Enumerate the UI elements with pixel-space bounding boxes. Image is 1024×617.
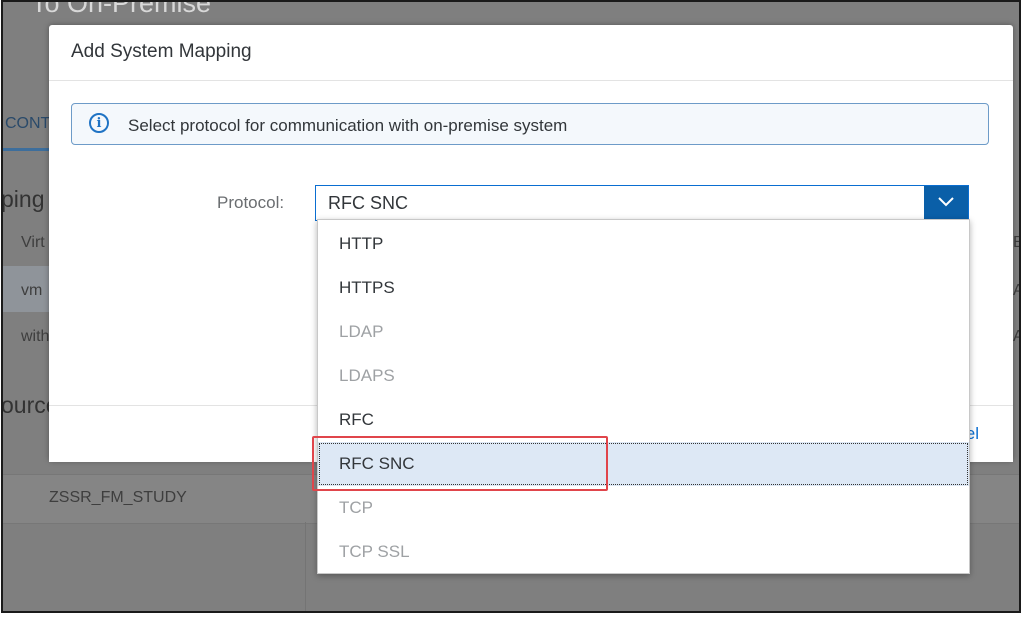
dropdown-option-https[interactable]: HTTPS [318, 266, 969, 310]
info-message-strip: i Select protocol for communication with… [71, 103, 989, 145]
background-row-cell[interactable]: vm [21, 282, 42, 300]
dialog-header: Add System Mapping [49, 25, 1013, 81]
background-divider [305, 522, 306, 611]
protocol-label: Protocol: [217, 193, 285, 212]
background-right-column: AB [1013, 282, 1019, 300]
background-column-header: Virt [21, 234, 45, 251]
background-tab[interactable]: CONT [5, 115, 50, 133]
background-right-column: AB [1013, 328, 1019, 346]
chevron-down-icon [938, 197, 954, 207]
protocol-select-value: RFC SNC [328, 193, 408, 213]
background-row-cell[interactable]: with [21, 328, 49, 346]
dialog-title: Add System Mapping [71, 41, 252, 62]
background-right-column: B [1013, 234, 1019, 252]
dropdown-option-tcp-ssl[interactable]: TCP SSL [318, 530, 969, 574]
background-tab-underline [3, 148, 50, 151]
annotation-highlight-box [312, 436, 608, 491]
info-icon: i [89, 113, 109, 133]
protocol-dropdown-list: HTTP HTTPS LDAP LDAPS RFC RFC SNC TCP TC… [317, 219, 970, 574]
dropdown-option-ldap[interactable]: LDAP [318, 310, 969, 354]
dropdown-option-ldaps[interactable]: LDAPS [318, 354, 969, 398]
screenshot-frame: To On-Premise CONT ping Virt vm with B A… [1, 0, 1021, 613]
background-section-heading: ping [1, 186, 45, 212]
protocol-dropdown-button[interactable] [924, 186, 968, 220]
dropdown-option-tcp[interactable]: TCP [318, 486, 969, 530]
background-page-title: To On-Premise [31, 0, 212, 18]
background-resource-name[interactable]: ZSSR_FM_STUDY [49, 489, 187, 507]
info-message-text: Select protocol for communication with o… [128, 116, 568, 135]
protocol-select[interactable]: RFC SNC [315, 185, 969, 221]
dropdown-option-http[interactable]: HTTP [318, 222, 969, 266]
